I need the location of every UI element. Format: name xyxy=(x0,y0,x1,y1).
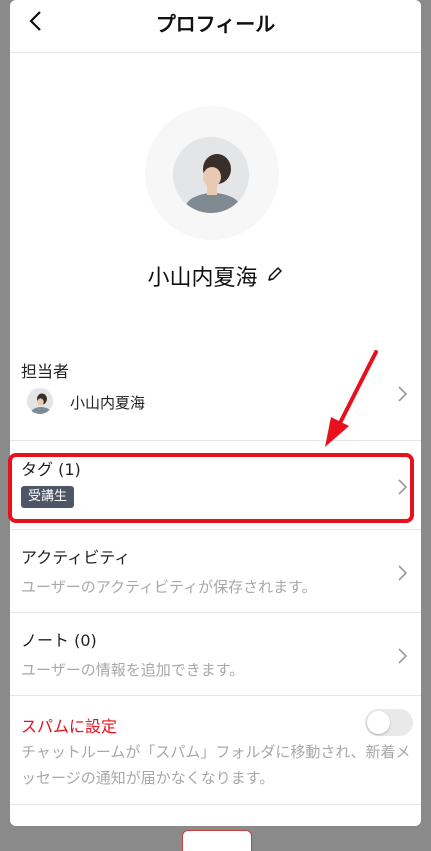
red-arrow-icon xyxy=(325,350,378,447)
bottom-button-edge xyxy=(182,830,252,851)
